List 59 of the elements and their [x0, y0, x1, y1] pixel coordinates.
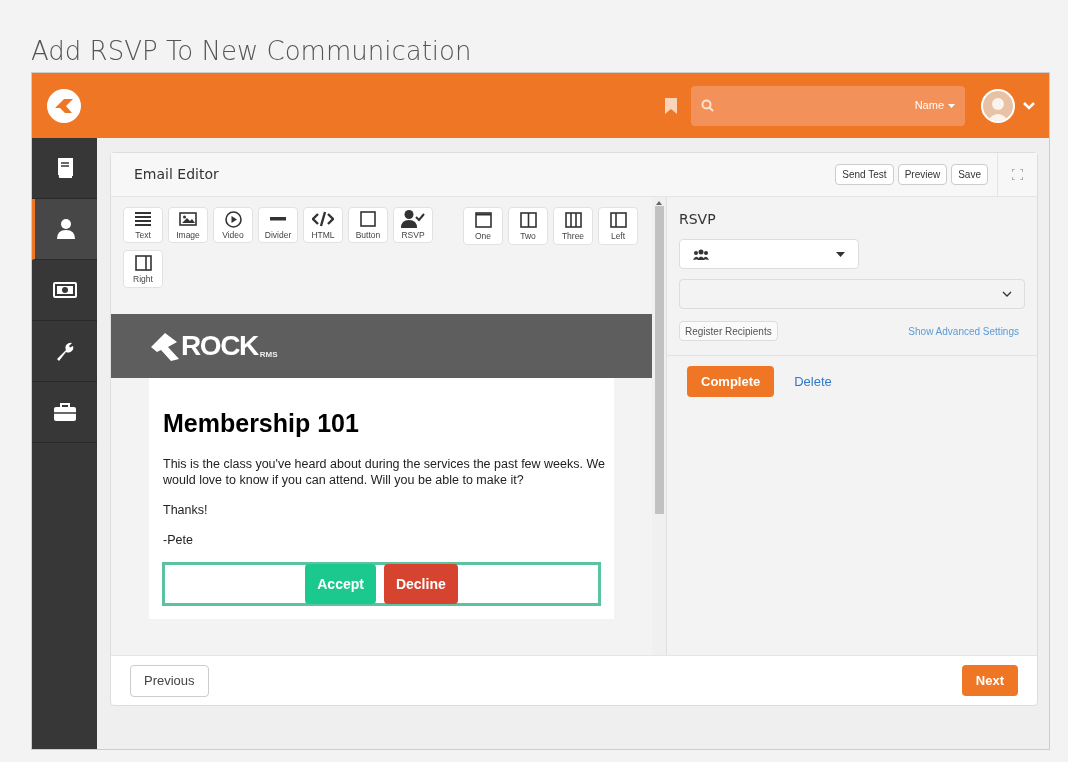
toolbar-tool[interactable]: Two [508, 207, 548, 245]
delete-link[interactable]: Delete [794, 371, 832, 392]
toolbar-tool[interactable]: Button [348, 207, 388, 243]
square-icon [360, 211, 376, 228]
toolbar-tool[interactable]: RSVP [393, 207, 433, 243]
toolbar-tool[interactable]: Image [168, 207, 208, 243]
code-icon [312, 211, 334, 228]
image-icon [179, 212, 197, 227]
email-paragraph: Thanks! [163, 502, 209, 518]
scroll-up-arrow-icon[interactable] [656, 201, 662, 205]
panel-action-button[interactable]: Preview [897, 164, 948, 185]
toolbar-tool[interactable]: Right [123, 250, 163, 288]
previous-button[interactable]: Previous [130, 664, 209, 697]
caret-icon [836, 251, 845, 257]
toolbar-tool[interactable]: One [463, 207, 503, 245]
email-paragraph: -Pete [163, 532, 194, 548]
chevron-down-icon [1002, 291, 1012, 297]
toolbar-tool[interactable]: Video [213, 207, 253, 243]
minus-icon [270, 217, 286, 222]
lines-icon [135, 212, 151, 227]
right-sidebar-layout-icon [134, 255, 152, 272]
panel-title: Email Editor [134, 165, 220, 184]
logo-text: ROCK [181, 332, 258, 360]
three-column-icon [564, 212, 582, 229]
caret-icon [948, 103, 955, 108]
toolbar-tool[interactable]: Text [123, 207, 163, 243]
chevron-down-icon[interactable] [1023, 101, 1035, 110]
toolbar-tool[interactable]: HTML [303, 207, 343, 243]
logo-icon [46, 87, 82, 124]
money-icon [52, 282, 77, 298]
panel-action-button[interactable]: Save [951, 164, 988, 185]
rsvp-response-button[interactable]: Decline [383, 564, 458, 604]
email-paragraph: This is the class you've heard about during the services the past few weeks. We would love to know if you can attend. Will you be able to make it? [163, 456, 606, 488]
group-select[interactable] [679, 239, 859, 269]
left-sidebar-layout-icon [609, 212, 627, 229]
logo-subtext: RMS [259, 351, 278, 359]
play-icon [224, 210, 242, 228]
user-check-icon [401, 210, 425, 229]
fullscreen-icon[interactable] [1012, 169, 1023, 180]
group-icon [693, 248, 709, 260]
book-icon [55, 158, 74, 178]
person-icon [57, 219, 75, 239]
two-column-icon [519, 212, 537, 229]
avatar[interactable] [981, 88, 1015, 123]
email-heading: Membership 101 [163, 408, 360, 438]
sidebar-item[interactable] [32, 199, 97, 260]
rsvp-title: RSVP [679, 210, 717, 229]
page-title: Add RSVP To New Communication [31, 36, 473, 66]
briefcase-icon [53, 403, 76, 421]
logo-icon [151, 330, 181, 362]
toolbar-tool[interactable]: Left [598, 207, 638, 245]
window-icon [474, 212, 492, 229]
toolbar-tool[interactable]: Divider [258, 207, 298, 243]
panel-action-button[interactable]: Send Test [835, 164, 894, 185]
register-recipients-button[interactable]: Register Recipients [679, 321, 778, 341]
search-icon [701, 99, 714, 112]
bookmark-icon[interactable] [665, 97, 677, 114]
toolbar-tool[interactable]: Three [553, 207, 593, 245]
scrollbar-thumb[interactable] [654, 206, 664, 514]
